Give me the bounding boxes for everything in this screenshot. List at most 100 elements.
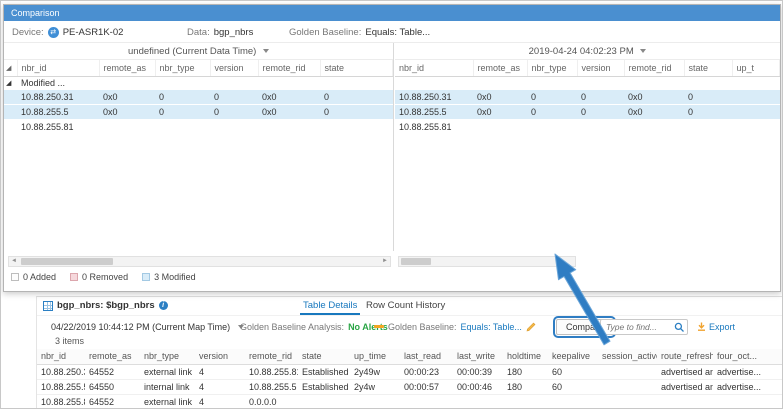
screen: bgp_nbrs: $bgp_nbrs i Table Details Row … — [0, 0, 783, 409]
table-row[interactable]: 10.88.255.81 — [395, 119, 780, 134]
cell: advertise... — [713, 364, 782, 379]
scroll-right-icon[interactable]: ► — [380, 257, 390, 266]
cell: 0 — [210, 89, 258, 104]
column-header[interactable]: remote_rid — [624, 60, 684, 76]
group-row[interactable] — [395, 76, 780, 89]
column-header[interactable]: remote_as — [473, 60, 527, 76]
data-value: bgp_nbrs — [214, 27, 254, 38]
group-row[interactable]: ◢Modified ... — [4, 76, 393, 89]
cell — [598, 394, 657, 409]
column-header[interactable]: state — [684, 60, 732, 76]
column-header[interactable]: version — [577, 60, 624, 76]
column-header[interactable]: remote_as — [85, 349, 140, 364]
column-header[interactable]: nbr_id — [17, 60, 99, 76]
column-header[interactable]: nbr_type — [527, 60, 577, 76]
cell: 10.88.255.5 — [245, 379, 298, 394]
chevron-down-icon — [263, 49, 269, 53]
right-pane-time-selector[interactable]: 2019-04-24 04:02:23 PM — [395, 43, 780, 60]
golden-baseline-group-modal: Golden Baseline: Equals: Table... — [289, 21, 430, 43]
column-header[interactable]: four_oct... — [713, 349, 782, 364]
column-header[interactable]: holdtime — [503, 349, 548, 364]
column-header[interactable]: state — [320, 60, 393, 76]
column-header[interactable]: up_time — [350, 349, 400, 364]
cell: 0 — [210, 104, 258, 119]
chevron-down-icon — [640, 49, 646, 53]
cell — [684, 119, 732, 134]
column-header[interactable]: remote_rid — [245, 349, 298, 364]
time-selector[interactable]: 04/22/2019 10:44:12 PM (Current Map Time… — [51, 316, 244, 337]
cell — [732, 104, 780, 119]
column-header[interactable]: state — [298, 349, 350, 364]
column-header[interactable]: up_t — [732, 60, 780, 76]
column-header[interactable]: nbr_id — [395, 60, 473, 76]
modal-gb-value: Equals: Table... — [365, 27, 430, 38]
table-row[interactable]: 10.88.255.564550internal link410.88.255.… — [37, 379, 782, 394]
left-pane-scrollbar[interactable]: ◄ ► — [8, 256, 391, 267]
cell: 64552 — [85, 364, 140, 379]
cell: 10.88.255.81 — [17, 119, 99, 134]
column-header[interactable]: nbr_type — [140, 349, 195, 364]
compare-area: undefined (Current Data Time) ◢nbr_idrem… — [4, 43, 780, 251]
right-pane-scrollbar[interactable] — [398, 256, 576, 267]
column-header[interactable]: session_active — [598, 349, 657, 364]
export-button[interactable]: Export — [697, 316, 735, 337]
cell: 0x0 — [99, 89, 155, 104]
bgp-nbrs-table-head: nbr_idremote_asnbr_typeversionremote_rid… — [37, 349, 782, 364]
cell: 4 — [195, 394, 245, 409]
cell — [155, 119, 210, 134]
expand-all-icon[interactable]: ◢ — [4, 60, 17, 76]
cell: 180 — [503, 379, 548, 394]
gb-label: Golden Baseline: — [388, 322, 457, 332]
column-header[interactable]: route_refresh — [657, 349, 713, 364]
scroll-left-icon[interactable]: ◄ — [9, 257, 19, 266]
column-header[interactable]: nbr_id — [37, 349, 85, 364]
gba-label: Golden Baseline Analysis: — [240, 322, 344, 332]
bgp-nbrs-table: nbr_idremote_asnbr_typeversionremote_rid… — [37, 349, 782, 409]
device-name: PE-ASR1K-02 — [63, 27, 124, 38]
table-row[interactable]: 10.88.255.50x0000x00 — [395, 104, 780, 119]
column-header[interactable]: last_read — [400, 349, 453, 364]
cell — [577, 119, 624, 134]
cell — [210, 119, 258, 134]
compare-pane-right: 2019-04-24 04:02:23 PM nbr_idremote_asnb… — [395, 43, 780, 251]
search-wrap — [600, 316, 688, 337]
scrollbar-thumb[interactable] — [21, 258, 113, 265]
column-header[interactable]: version — [210, 60, 258, 76]
group-expander-icon[interactable]: ◢ — [4, 76, 17, 89]
table-row[interactable]: 10.88.255.50x0000x00 — [4, 104, 393, 119]
gb-link[interactable]: Equals: Table... — [461, 322, 522, 332]
table-row[interactable]: 10.88.250.310x0000x00 — [4, 89, 393, 104]
column-header-row: nbr_idremote_asnbr_typeversionremote_rid… — [395, 60, 780, 76]
table-row[interactable]: 10.88.255.81 — [4, 119, 393, 134]
column-header[interactable]: last_write — [453, 349, 503, 364]
column-header[interactable]: remote_rid — [258, 60, 320, 76]
column-header[interactable]: version — [195, 349, 245, 364]
table-row[interactable]: 10.88.250.310x0000x00 — [395, 89, 780, 104]
scrollbar-thumb[interactable] — [401, 258, 431, 265]
cell: 0 — [320, 104, 393, 119]
tab-table-details[interactable]: Table Details — [300, 299, 360, 315]
search-icon[interactable] — [674, 322, 685, 333]
cell — [598, 379, 657, 394]
cell — [598, 364, 657, 379]
cell: 0x0 — [624, 104, 684, 119]
cell: 0 — [684, 104, 732, 119]
table-row[interactable]: 10.88.250.3164552external link410.88.255… — [37, 364, 782, 379]
info-icon[interactable]: i — [159, 301, 168, 310]
left-pane-time-selector[interactable]: undefined (Current Data Time) — [4, 43, 393, 60]
cell: 10.88.255.5 — [17, 104, 99, 119]
table-row[interactable]: 10.88.255.8164552external link40.0.0.0 — [37, 394, 782, 409]
cell: advertise... — [713, 379, 782, 394]
tab-row-count-history[interactable]: Row Count History — [363, 299, 448, 313]
column-header[interactable]: nbr_type — [155, 60, 210, 76]
cell — [624, 119, 684, 134]
edit-baseline-icon[interactable] — [526, 322, 536, 332]
cell: 64550 — [85, 379, 140, 394]
column-header[interactable]: keepalive — [548, 349, 598, 364]
cell — [713, 394, 782, 409]
cell — [503, 394, 548, 409]
legend-swatch — [11, 273, 19, 281]
panel-controls: 04/22/2019 10:44:12 PM (Current Map Time… — [37, 316, 782, 337]
column-header[interactable]: remote_as — [99, 60, 155, 76]
time-selector-label: 04/22/2019 10:44:12 PM (Current Map Time… — [51, 322, 230, 332]
